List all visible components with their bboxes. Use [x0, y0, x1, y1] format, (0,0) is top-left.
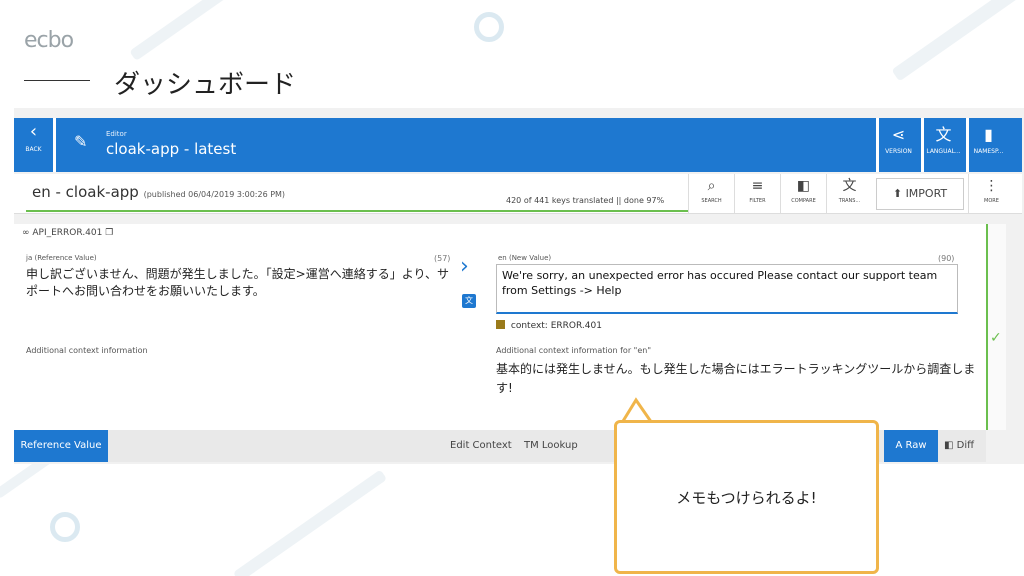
- ecbo-logo: ecbo: [24, 28, 74, 53]
- context-color-swatch: [496, 320, 505, 329]
- copy-icon[interactable]: ❐: [105, 228, 113, 238]
- callout-text: メモもつけられるよ!: [676, 489, 817, 507]
- top-toolbar: ‹ BACK ✎ Editor cloak-app - latest ⋖ VER…: [14, 118, 1022, 172]
- title-rule: [24, 80, 90, 81]
- translate-icon: 文: [842, 178, 857, 194]
- tab-edit-context[interactable]: Edit Context: [450, 430, 512, 462]
- translate-button[interactable]: 文 TRANS...: [826, 174, 872, 214]
- memo-callout: メモもつけられるよ!: [614, 420, 879, 574]
- check-icon: ✓: [990, 330, 1002, 346]
- status-gutter: [986, 224, 1006, 430]
- compare-button[interactable]: ◧ COMPARE: [780, 174, 826, 214]
- tab-tm-lookup[interactable]: TM Lookup: [524, 430, 578, 462]
- share-icon: ⋖: [891, 125, 906, 144]
- tab-reference-value[interactable]: Reference Value: [14, 430, 108, 462]
- reference-label: ja (Reference Value): [26, 254, 97, 262]
- decorative-ring: [474, 12, 504, 42]
- project-name: cloak-app - latest: [106, 140, 237, 158]
- language-button[interactable]: 文 LANGUAL...: [921, 118, 963, 172]
- translation-input[interactable]: We're sorry, an unexpected error has occ…: [496, 264, 958, 314]
- search-icon: ⌕: [707, 178, 716, 194]
- context-tag: context: ERROR.401: [496, 320, 602, 331]
- key-name: ∞ API_ERROR.401 ❐: [22, 228, 114, 238]
- chevron-right-icon[interactable]: ›: [460, 254, 469, 279]
- additional-context-text[interactable]: 基本的には発生しません。もし発生した場合にはエラートラッキングツールから調査しま…: [496, 360, 976, 398]
- version-button[interactable]: ⋖ VERSION: [876, 118, 918, 172]
- decorative-ring: [50, 512, 80, 542]
- additional-context-label: Additional context information for "en": [496, 346, 652, 355]
- slide: ecbo ダッシュボード ‹ BACK ✎ Editor cloak-app -…: [0, 0, 1024, 576]
- reference-char-count: (57): [434, 254, 451, 263]
- upload-icon: ⬆: [892, 187, 903, 200]
- locale-toolbar: en - cloak-app (published 06/04/2019 3:0…: [14, 174, 1022, 214]
- diff-button[interactable]: ◧ Diff: [944, 430, 974, 462]
- new-value-char-count: (90): [938, 254, 955, 263]
- file-icon: ▮: [984, 125, 993, 144]
- filter-button[interactable]: ≡ FILTER: [734, 174, 780, 214]
- pencil-icon: ✎: [74, 132, 88, 151]
- raw-button[interactable]: A Raw: [884, 430, 938, 462]
- app-screenshot: ‹ BACK ✎ Editor cloak-app - latest ⋖ VER…: [14, 108, 1024, 464]
- compare-icon: ◧: [796, 178, 811, 194]
- reference-additional-context: Additional context information: [26, 346, 148, 355]
- code-icon: A: [895, 440, 903, 451]
- new-value-label: en (New Value): [498, 254, 552, 262]
- translate-icon: 文: [935, 125, 952, 144]
- progress-underline: [26, 210, 688, 212]
- machine-translate-icon[interactable]: 文: [462, 294, 476, 308]
- more-button[interactable]: ⋮ MORE: [968, 174, 1014, 214]
- chevron-left-icon: ‹: [29, 121, 38, 142]
- diff-icon: ◧: [944, 440, 954, 451]
- namespace-button[interactable]: ▮ NAMESP...: [966, 118, 1008, 172]
- translation-progress: 420 of 441 keys translated || done 97%: [506, 196, 665, 205]
- import-button[interactable]: ⬆ IMPORT: [876, 178, 964, 210]
- decorative-stripe: [891, 0, 1024, 82]
- page-title: ダッシュボード: [114, 70, 297, 100]
- filter-icon: ≡: [751, 178, 764, 194]
- locale-title: en - cloak-app (published 06/04/2019 3:0…: [32, 183, 286, 201]
- more-vertical-icon: ⋮: [984, 178, 999, 194]
- published-date: (published 06/04/2019 3:00:26 PM): [143, 190, 286, 199]
- link-icon: ∞: [22, 228, 30, 238]
- decorative-stripe: [129, 0, 251, 62]
- editor-label: Editor: [106, 130, 127, 138]
- translation-editor: ∞ API_ERROR.401 ❐ ja (Reference Value) (…: [14, 224, 986, 430]
- reference-value: 申し訳ございません、問題が発生しました。「設定>運営へ連絡する」より、サポートへ…: [26, 267, 449, 298]
- decorative-stripe: [232, 469, 388, 576]
- search-button[interactable]: ⌕ SEARCH: [688, 174, 734, 214]
- back-button[interactable]: ‹ BACK: [14, 118, 56, 172]
